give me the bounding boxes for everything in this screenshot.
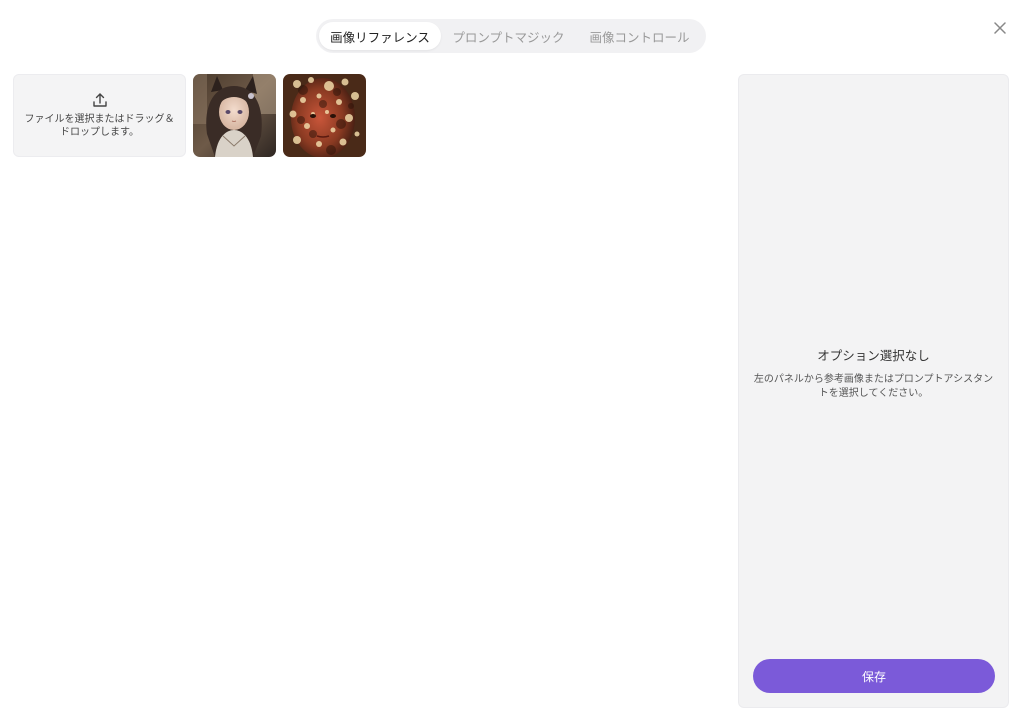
close-icon [994,22,1006,34]
anime-girl-image [193,74,276,157]
reference-thumbnail-2[interactable] [283,74,366,157]
empty-state-title: オプション選択なし [817,348,930,363]
close-button[interactable] [990,18,1010,38]
file-upload-dropzone[interactable]: ファイルを選択またはドラッグ＆ドロップします。 [13,74,186,157]
tab-image-control[interactable]: 画像コントロール [576,22,703,50]
tab-image-reference[interactable]: 画像リファレンス [319,22,441,50]
empty-state-description: 左のパネルから参考画像またはプロンプトアシスタントを選択してください。 [753,374,994,399]
options-panel: オプション選択なし 左のパネルから参考画像またはプロンプトアシスタントを選択して… [738,74,1009,708]
save-button[interactable]: 保存 [753,659,995,693]
tab-prompt-magic[interactable]: プロンプトマジック [441,22,576,50]
mode-tabs: 画像リファレンス プロンプトマジック 画像コントロール [316,19,706,53]
face-shadow-image [283,74,366,157]
empty-state: オプション選択なし 左のパネルから参考画像またはプロンプトアシスタントを選択して… [739,345,1008,401]
upload-instructions: ファイルを選択またはドラッグ＆ドロップします。 [24,114,175,138]
reference-thumbnail-1[interactable] [193,74,276,157]
upload-icon [92,93,107,107]
